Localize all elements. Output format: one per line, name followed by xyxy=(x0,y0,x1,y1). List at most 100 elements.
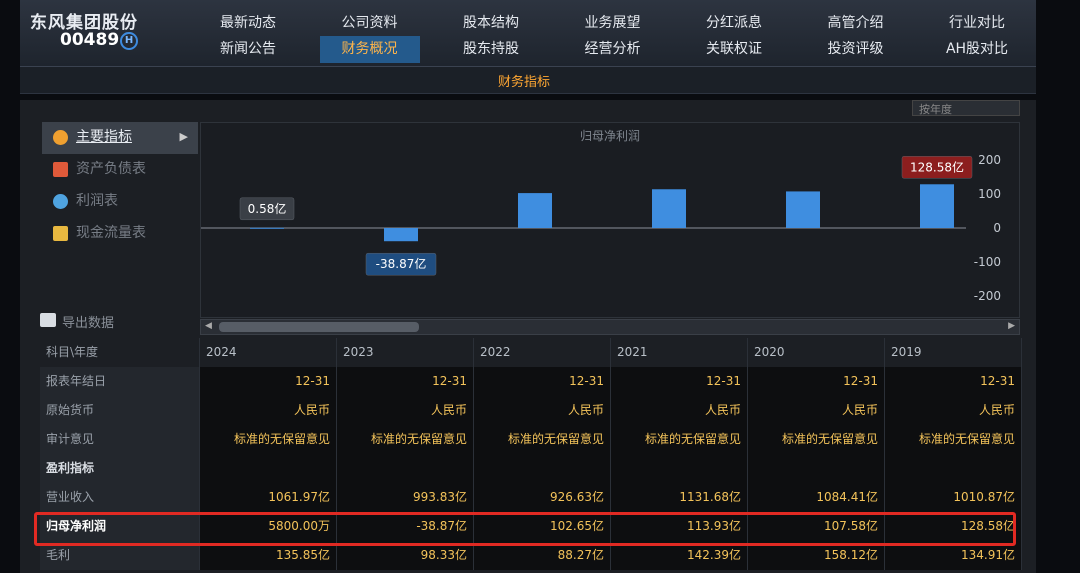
tab-financial-indicators[interactable]: 财务指标 xyxy=(498,71,550,90)
sidebar-item[interactable]: 资产负债表 xyxy=(42,154,198,186)
table-cell: 993.83亿 xyxy=(337,483,474,512)
table-row: 盈利指标 xyxy=(40,454,1022,483)
table-header-year: 2021 xyxy=(611,338,748,367)
table-cell: 1131.68亿 xyxy=(611,483,748,512)
table-cell: 人民币 xyxy=(748,396,885,425)
table-cell: 158.12亿 xyxy=(748,541,885,570)
nav-item[interactable]: 投资评级 xyxy=(806,36,906,63)
table-cell xyxy=(611,454,748,483)
table-row-label: 报表年结日 xyxy=(40,367,200,396)
table-cell: -38.87亿 xyxy=(337,512,474,541)
table-cell: 1084.41亿 xyxy=(748,483,885,512)
table-cell: 标准的无保留意见 xyxy=(748,425,885,454)
chart-scrollbar[interactable]: ◀ ▶ xyxy=(200,319,1020,335)
data-label: 128.58亿 xyxy=(901,156,973,179)
nav-item[interactable]: 新闻公告 xyxy=(198,36,298,63)
table-header-year: 2024 xyxy=(200,338,337,367)
table-cell: 926.63亿 xyxy=(474,483,611,512)
nav-item[interactable]: 公司资料 xyxy=(320,10,420,37)
y-tick-label: 0 xyxy=(993,221,1001,235)
data-label: 0.58亿 xyxy=(239,197,295,221)
scroll-right-icon[interactable]: ▶ xyxy=(1008,321,1015,331)
sidebar-item-label: 利润表 xyxy=(76,193,118,209)
table-cell: 人民币 xyxy=(885,396,1022,425)
table-cell: 标准的无保留意见 xyxy=(611,425,748,454)
table-row-label: 原始货币 xyxy=(40,396,200,425)
nav-item[interactable]: 经营分析 xyxy=(563,36,663,63)
table-row-label: 毛利 xyxy=(40,541,200,570)
table-cell: 88.27亿 xyxy=(474,541,611,570)
nav-item[interactable]: 关联权证 xyxy=(684,36,784,63)
table-row-label: 营业收入 xyxy=(40,483,200,512)
chart-bar[interactable] xyxy=(920,184,954,228)
main-panel: 按年度 主要指标 ▶ 资产负债表 利润表 现金流量表 导出数据 归母净利润 200 100… xyxy=(20,100,1036,573)
table-row: 报表年结日 12-31 12-31 12-31 12-31 12-31 12-31 xyxy=(40,367,1022,396)
nav-item[interactable]: 财务概况 xyxy=(319,36,420,63)
nav-item[interactable]: 最新动态 xyxy=(198,10,298,37)
scroll-thumb[interactable] xyxy=(219,322,419,332)
sidebar-item-label: 资产负债表 xyxy=(76,161,146,177)
table-cell: 107.58亿 xyxy=(748,512,885,541)
export-data-button[interactable]: 导出数据 xyxy=(40,312,114,331)
table-row-label: 盈利指标 xyxy=(40,454,200,483)
nav-item[interactable]: 股东持股 xyxy=(441,36,541,63)
chart-bar[interactable] xyxy=(786,191,820,228)
table-header-year: 2019 xyxy=(885,338,1022,367)
sidebar-item[interactable]: 利润表 xyxy=(42,186,198,218)
table-cell: 134.91亿 xyxy=(885,541,1022,570)
export-label: 导出数据 xyxy=(62,316,115,331)
y-tick-label: 200 xyxy=(978,153,1001,167)
table-cell: 1010.87亿 xyxy=(885,483,1022,512)
sub-tab-bar: 财务指标 xyxy=(20,67,1036,94)
svg-text:-38.87亿: -38.87亿 xyxy=(376,256,427,271)
table-cell xyxy=(474,454,611,483)
table-cell: 12-31 xyxy=(885,367,1022,396)
chart-bar[interactable] xyxy=(652,189,686,228)
table-cell: 12-31 xyxy=(337,367,474,396)
table-cell: 人民币 xyxy=(200,396,337,425)
table-cell: 标准的无保留意见 xyxy=(885,425,1022,454)
chart-bar[interactable] xyxy=(384,228,418,242)
table-row-label: 归母净利润 xyxy=(40,512,200,541)
coins-icon xyxy=(53,226,68,241)
pie-icon xyxy=(53,194,68,209)
svg-text:0.58亿: 0.58亿 xyxy=(248,201,287,216)
sidebar-item[interactable]: 现金流量表 xyxy=(42,218,198,250)
y-tick-label: -100 xyxy=(974,255,1001,269)
sidebar-item[interactable]: 主要指标 ▶ xyxy=(42,122,198,154)
table-cell: 标准的无保留意见 xyxy=(200,425,337,454)
scroll-left-icon[interactable]: ◀ xyxy=(205,321,212,331)
financial-table: 科目\年度 2024 2023 2022 2021 2020 2019 报表年结日 12-31 1… xyxy=(40,338,1022,570)
nav-item[interactable]: 股本结构 xyxy=(441,10,541,37)
nav-item[interactable]: AH股对比 xyxy=(927,36,1027,63)
table-cell: 113.93亿 xyxy=(611,512,748,541)
nav-item[interactable]: 高管介绍 xyxy=(806,10,906,37)
table-header-label: 科目\年度 xyxy=(40,338,200,367)
top-bar: 东风集团股份 00489 H 最新动态 公司资料 股本结构 业务展望 分红派息 高管介绍行… xyxy=(20,0,1036,67)
table-cell: 12-31 xyxy=(200,367,337,396)
sidebar-item-label: 现金流量表 xyxy=(76,225,146,241)
nav-item[interactable]: 分红派息 xyxy=(684,10,784,37)
table-cell: 人民币 xyxy=(337,396,474,425)
svg-text:128.58亿: 128.58亿 xyxy=(910,159,964,174)
table-cell: 128.58亿 xyxy=(885,512,1022,541)
table-row: 科目\年度 2024 2023 2022 2021 2020 2019 xyxy=(40,338,1022,367)
nav-item[interactable]: 行业对比 xyxy=(927,10,1027,37)
period-select[interactable]: 按年度 xyxy=(912,100,1020,116)
table-cell: 人民币 xyxy=(474,396,611,425)
chart-bar[interactable] xyxy=(518,193,552,228)
table-cell: 102.65亿 xyxy=(474,512,611,541)
nav-item[interactable]: 业务展望 xyxy=(563,10,663,37)
hk-market-icon: H xyxy=(120,32,138,50)
table-cell xyxy=(200,454,337,483)
table-header-year: 2020 xyxy=(748,338,885,367)
data-label: -38.87亿 xyxy=(365,252,437,276)
profit-chart: 归母净利润 200 100 0 -100 -200 0.58亿 -38.87亿 128.58亿 xyxy=(200,122,1020,318)
sidebar: 主要指标 ▶ 资产负债表利润表现金流量表 xyxy=(42,122,198,250)
table-row-label: 审计意见 xyxy=(40,425,200,454)
asterisk-icon xyxy=(53,130,68,145)
table-cell xyxy=(748,454,885,483)
table-cell: 98.33亿 xyxy=(337,541,474,570)
chart-bar[interactable] xyxy=(250,227,284,229)
table-row: 归母净利润 5800.00万 -38.87亿 102.65亿 113.93亿 107.58… xyxy=(40,512,1022,541)
